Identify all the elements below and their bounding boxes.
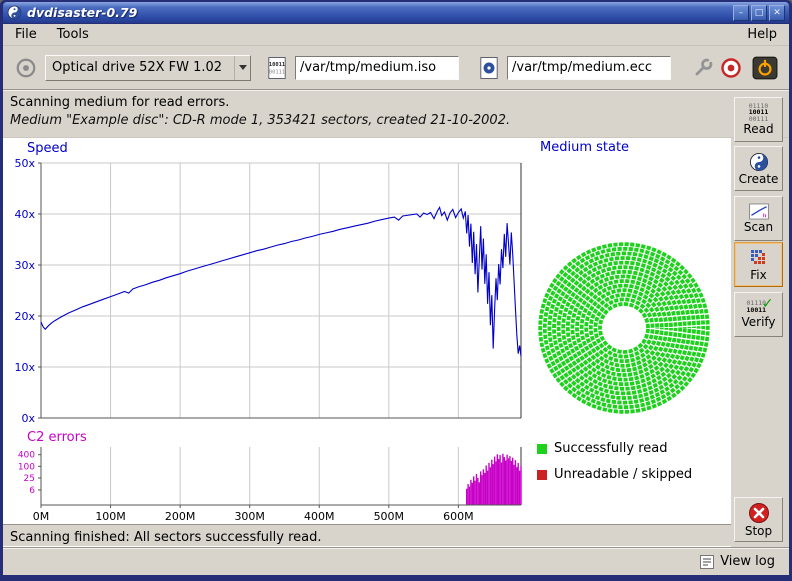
speed-and-c2-charts: 0x 10x 20x 30x 40x 50x 0M 100M 200M 300M 400M 500M 6… bbox=[3, 138, 533, 523]
svg-text:400M: 400M bbox=[304, 510, 335, 523]
drawing-area: 0x 10x 20x 30x 40x 50x 0M 100M 200M 300M 400M 500M 6… bbox=[3, 138, 731, 524]
speed-chart-title: Speed bbox=[27, 141, 68, 156]
status-area: Scanning medium for read errors. Medium … bbox=[3, 90, 789, 138]
view-log-label: View log bbox=[720, 554, 775, 569]
iso-path-input[interactable] bbox=[295, 56, 459, 80]
binary-read-icon: 01110 10011 00111 bbox=[749, 103, 769, 123]
legend-bad-swatch bbox=[537, 470, 547, 480]
svg-text:300M: 300M bbox=[234, 510, 265, 523]
preferences-button[interactable] bbox=[689, 54, 717, 82]
help-icon bbox=[720, 57, 742, 79]
mini-chart-icon bbox=[748, 203, 770, 220]
drive-select-value: Optical drive 52X FW 1.02 bbox=[46, 60, 234, 75]
chevron-down-icon bbox=[234, 56, 250, 80]
svg-text:0M: 0M bbox=[33, 510, 50, 523]
minimize-button[interactable]: – bbox=[733, 5, 749, 21]
verify-button-label: Verify bbox=[741, 316, 775, 329]
create-button[interactable]: Create bbox=[734, 146, 783, 191]
window-content: File Tools Help Optical drive 52X FW 1.0… bbox=[3, 24, 789, 575]
titlebar[interactable]: dvdisaster-0.79 – □ ✕ bbox=[3, 2, 789, 23]
footer-status: Scanning finished: All sectors successfu… bbox=[3, 524, 731, 547]
log-icon bbox=[700, 555, 714, 569]
scan-button-label: Scan bbox=[744, 221, 773, 234]
svg-text:400: 400 bbox=[18, 451, 35, 461]
medium-state-title: Medium state bbox=[540, 140, 629, 155]
ecc-path-input[interactable] bbox=[507, 56, 671, 80]
ecc-file-icon bbox=[477, 55, 501, 81]
menu-help[interactable]: Help bbox=[745, 26, 779, 43]
speed-curve bbox=[41, 207, 521, 356]
fix-button-label: Fix bbox=[750, 269, 766, 282]
legend-bad-label: Unreadable / skipped bbox=[554, 467, 692, 482]
legend-ok-label: Successfully read bbox=[554, 441, 667, 456]
status-line-2: Medium "Example disc": CD-R mode 1, 3534… bbox=[10, 113, 789, 128]
quit-button[interactable] bbox=[751, 54, 779, 82]
legend-successfully-read: Successfully read bbox=[537, 441, 667, 456]
svg-text:100M: 100M bbox=[95, 510, 126, 523]
maximize-button[interactable]: □ bbox=[751, 5, 767, 21]
menu-tools[interactable]: Tools bbox=[55, 26, 91, 43]
medium-state-disc bbox=[534, 238, 714, 418]
verify-icon: 01110 10011 ✓ bbox=[747, 300, 771, 315]
svg-text:200M: 200M bbox=[165, 510, 196, 523]
wrench-icon bbox=[692, 57, 714, 79]
menu-file[interactable]: File bbox=[13, 26, 39, 43]
c2-chart-title: C2 errors bbox=[27, 430, 87, 445]
legend-ok-swatch bbox=[537, 444, 547, 454]
svg-text:30x: 30x bbox=[14, 259, 35, 272]
read-button[interactable]: 01110 10011 00111 Read bbox=[734, 97, 783, 142]
view-log-button[interactable]: View log bbox=[696, 552, 779, 571]
stop-icon bbox=[748, 502, 770, 524]
disc-hub bbox=[609, 313, 639, 343]
drive-select[interactable]: Optical drive 52X FW 1.02 bbox=[45, 55, 251, 81]
status-line-1: Scanning medium for read errors. bbox=[10, 95, 789, 110]
iso-image-icon: 10011 00111 bbox=[265, 55, 289, 81]
stop-button[interactable]: Stop bbox=[734, 497, 783, 542]
stop-button-label: Stop bbox=[745, 525, 772, 538]
svg-text:100: 100 bbox=[18, 462, 35, 472]
medium-state-panel: Medium state Successfully read Unreadabl… bbox=[533, 138, 731, 524]
window-title: dvdisaster-0.79 bbox=[27, 5, 137, 20]
app-window: dvdisaster-0.79 – □ ✕ File Tools Help Op… bbox=[0, 0, 792, 581]
svg-text:0x: 0x bbox=[21, 412, 35, 425]
create-button-label: Create bbox=[739, 173, 779, 186]
fix-icon bbox=[749, 248, 769, 268]
svg-text:50x: 50x bbox=[14, 157, 35, 170]
svg-text:10011: 10011 bbox=[269, 62, 286, 68]
help-button[interactable] bbox=[717, 54, 745, 82]
svg-text:6: 6 bbox=[29, 486, 35, 496]
app-icon bbox=[7, 5, 22, 20]
bottom-bar: View log bbox=[3, 547, 789, 575]
svg-text:40x: 40x bbox=[14, 208, 35, 221]
svg-text:20x: 20x bbox=[14, 310, 35, 323]
svg-text:10x: 10x bbox=[14, 361, 35, 374]
power-icon bbox=[752, 56, 778, 80]
svg-text:25: 25 bbox=[24, 474, 35, 484]
read-button-label: Read bbox=[743, 123, 773, 136]
drive-icon bbox=[11, 55, 41, 81]
action-sidebar: 01110 10011 00111 Read Create bbox=[731, 94, 787, 547]
window-controls: – □ ✕ bbox=[733, 5, 785, 21]
svg-text:500M: 500M bbox=[374, 510, 405, 523]
fix-button[interactable]: Fix bbox=[734, 242, 783, 287]
svg-text:00111: 00111 bbox=[269, 69, 285, 75]
menubar: File Tools Help bbox=[3, 24, 789, 46]
verify-button[interactable]: 01110 10011 ✓ Verify bbox=[734, 292, 783, 337]
scan-button[interactable]: Scan bbox=[734, 196, 783, 241]
toolbar: Optical drive 52X FW 1.02 10011 00111 bbox=[3, 46, 789, 90]
legend-unreadable: Unreadable / skipped bbox=[537, 467, 692, 482]
svg-text:600M: 600M bbox=[443, 510, 474, 523]
close-button[interactable]: ✕ bbox=[769, 5, 785, 21]
yinyang-icon bbox=[749, 152, 769, 172]
